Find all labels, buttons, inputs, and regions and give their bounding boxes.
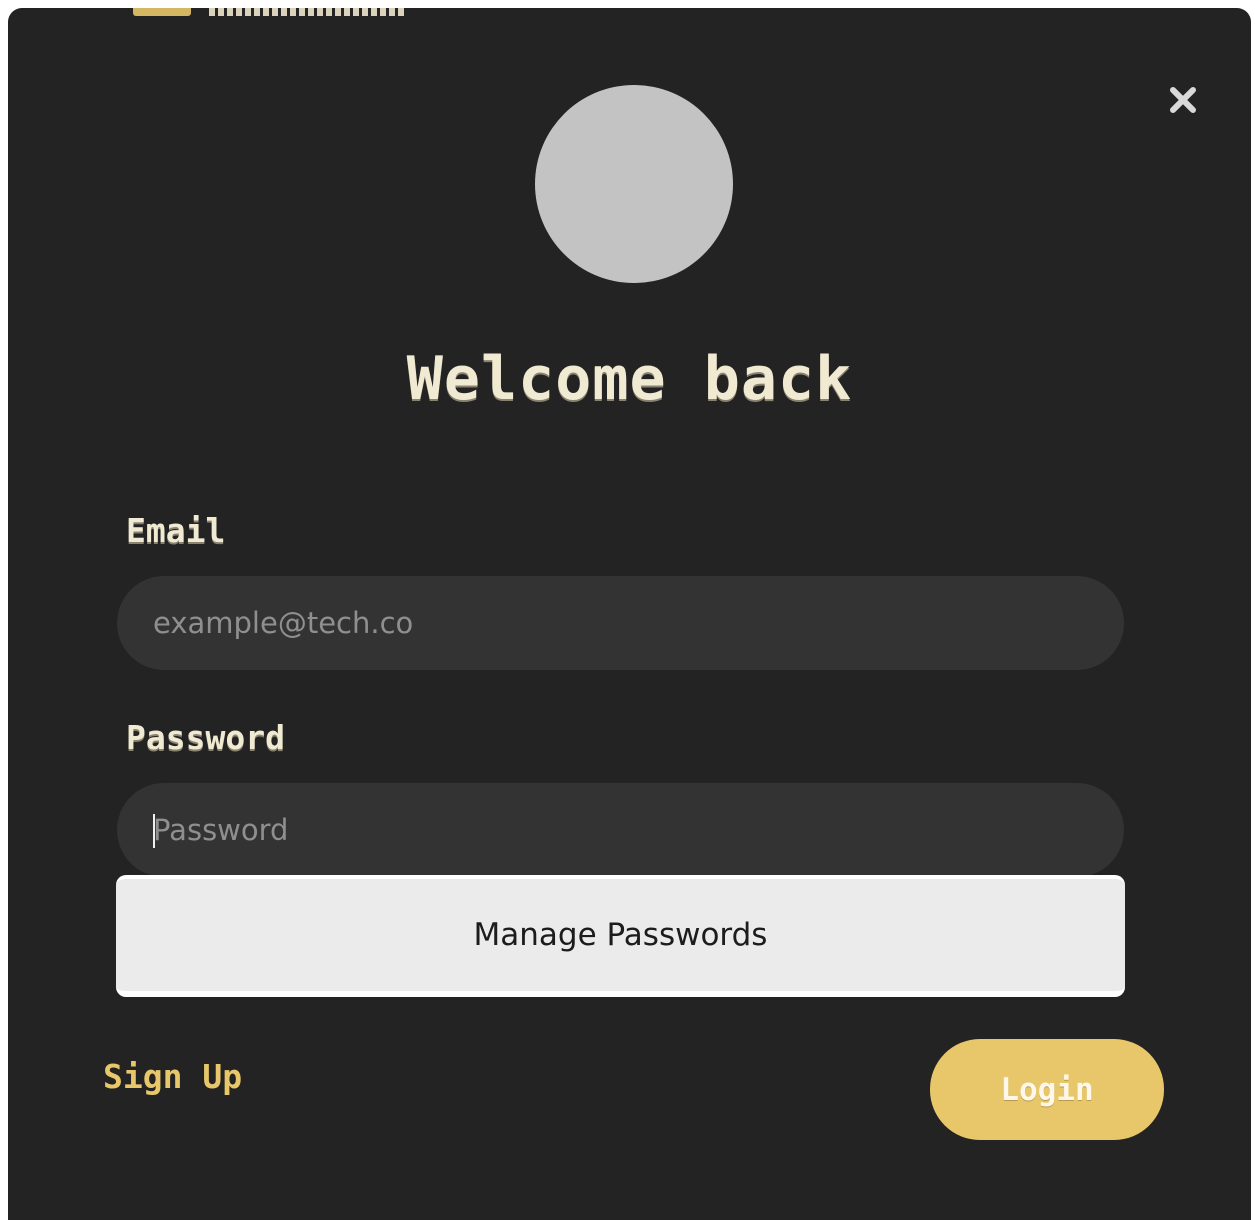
manage-passwords-option[interactable]: Manage Passwords — [116, 875, 1125, 997]
email-field[interactable] — [117, 576, 1124, 670]
sign-up-link[interactable]: Sign Up — [103, 1057, 242, 1096]
avatar — [535, 85, 733, 283]
close-button[interactable] — [1164, 81, 1202, 119]
background-header-text — [209, 8, 405, 16]
login-button[interactable]: Login — [930, 1039, 1164, 1140]
password-label: Password — [126, 718, 285, 757]
page-title: Welcome back — [406, 344, 853, 414]
email-label: Email — [126, 511, 226, 550]
login-modal: Welcome back Email Password Manage Passw… — [8, 8, 1251, 1220]
background-header-peek — [133, 8, 405, 16]
text-cursor — [153, 814, 155, 848]
background-logo-icon — [133, 8, 191, 16]
close-icon — [1170, 87, 1196, 113]
login-button-label: Login — [1000, 1071, 1094, 1108]
password-field[interactable] — [117, 783, 1124, 877]
manage-passwords-label: Manage Passwords — [473, 917, 768, 953]
